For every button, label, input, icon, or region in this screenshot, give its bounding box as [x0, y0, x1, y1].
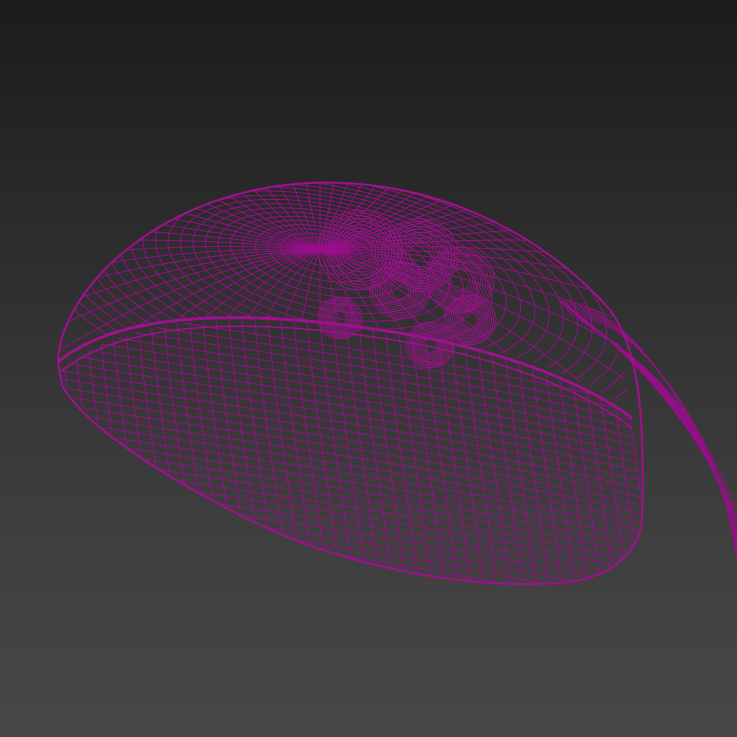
dome-latitude-line [58, 182, 622, 410]
arm-tube-line [580, 320, 737, 563]
fixture-mesh-loop [431, 251, 489, 309]
dome-latitude-line [155, 190, 507, 354]
arm-tube-line [568, 308, 737, 539]
dome-meridian-line [319, 182, 630, 251]
dome-meridian-line [109, 249, 321, 410]
fixture-mesh-loop [321, 299, 359, 337]
dome-meridian-line [58, 182, 321, 251]
interior-horizontal-line [62, 549, 641, 585]
arm-tube-line [577, 317, 737, 557]
arm-ring-line [631, 338, 647, 358]
dome-meridian-line [148, 249, 321, 410]
fixture-mesh-loop [443, 294, 497, 346]
interior-horizontal-line [62, 532, 641, 585]
dome-meridian-line [58, 249, 321, 357]
arm-ring-line [586, 306, 602, 325]
arm-tube-line [574, 314, 737, 551]
lamp-arm[interactable] [559, 299, 737, 563]
dome-meridian-line [319, 182, 492, 251]
3d-viewport[interactable] [0, 0, 737, 737]
fixture-mesh-loop [329, 307, 351, 329]
interior-vertical-line [658, 320, 693, 600]
arm-tube-line [562, 302, 737, 527]
dome-meridian-line [319, 182, 630, 251]
lamp-shade-dome[interactable] [0, 0, 737, 510]
dome-latitude-line [92, 182, 579, 393]
lamp-shade-interior [62, 319, 693, 600]
dome-latitude-line [58, 182, 630, 410]
fixture-mesh-loop [457, 307, 483, 333]
arm-tube-line [559, 299, 737, 521]
dome-meridian-line [58, 182, 321, 251]
wireframe-scene[interactable] [0, 0, 737, 737]
